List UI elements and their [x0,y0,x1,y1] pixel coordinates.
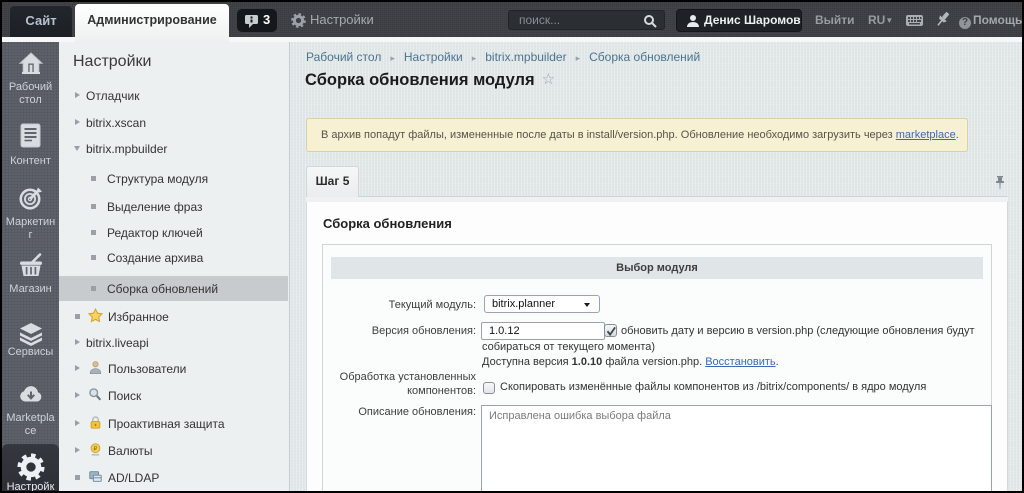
svg-text:₽: ₽ [94,445,98,452]
